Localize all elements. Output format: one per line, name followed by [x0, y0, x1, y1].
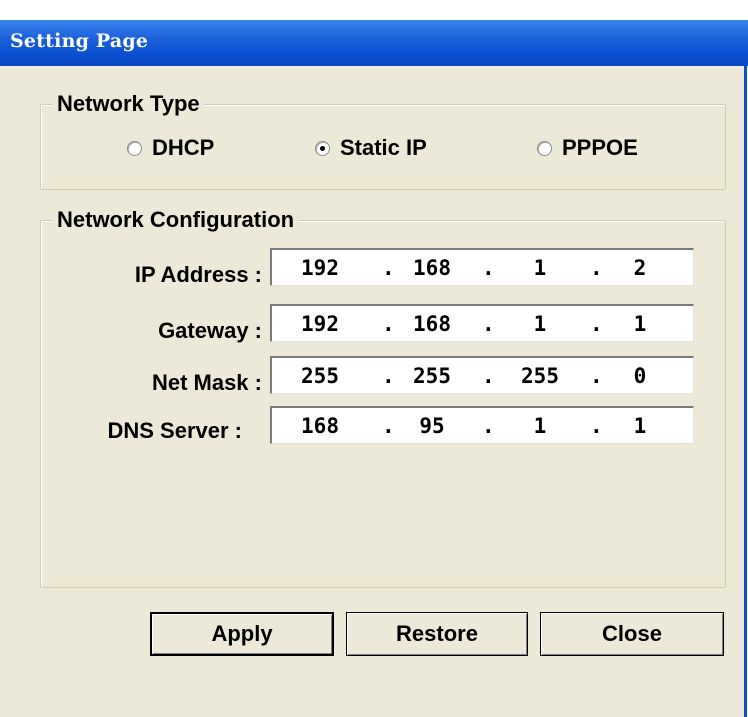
net-mask-octet-1[interactable]: 255: [292, 364, 348, 388]
ip-address-label: IP Address :: [134, 262, 262, 287]
gateway-dot-3: .: [590, 312, 603, 336]
gateway-octet-2[interactable]: 168: [404, 312, 460, 336]
radio-static-ip[interactable]: Static IP: [315, 135, 427, 161]
ip-address-dot-2: .: [482, 256, 495, 280]
radio-dhcp[interactable]: DHCP: [127, 135, 214, 161]
restore-button[interactable]: Restore: [346, 612, 528, 656]
gateway-dot-1: .: [382, 312, 395, 336]
network-config-legend: Network Configuration: [53, 207, 299, 233]
network-type-group: Network Type DHCP Static IP PPPOE: [40, 91, 726, 190]
radio-pppoe[interactable]: PPPOE: [537, 135, 638, 161]
net-mask-dot-1: .: [382, 364, 395, 388]
network-type-legend: Network Type: [53, 91, 204, 117]
title-bar: Setting Page: [0, 20, 748, 66]
radio-pppoe-label: PPPOE: [562, 135, 638, 160]
apply-button[interactable]: Apply: [150, 612, 334, 656]
gateway-input[interactable]: 192 . 168 . 1 . 1: [270, 304, 694, 342]
radio-pppoe-indicator[interactable]: [537, 140, 552, 156]
radio-static-ip-indicator[interactable]: [315, 140, 330, 156]
ip-address-octet-4[interactable]: 2: [612, 256, 668, 280]
net-mask-input[interactable]: 255 . 255 . 255 . 0: [270, 356, 694, 394]
ip-address-dot-3: .: [590, 256, 603, 280]
net-mask-label: Net Mask :: [151, 370, 262, 395]
radio-dhcp-label: DHCP: [152, 135, 215, 160]
dialog-body: Network Type DHCP Static IP PPPOE Networ…: [0, 66, 747, 717]
ip-address-octet-2[interactable]: 168: [404, 256, 460, 280]
dns-server-octet-1[interactable]: 168: [292, 414, 348, 438]
close-button[interactable]: Close: [540, 612, 724, 656]
window-title: Setting Page: [10, 30, 149, 52]
dns-server-dot-2: .: [482, 414, 495, 438]
dns-server-label: DNS Server :: [107, 418, 242, 443]
ip-address-octet-1[interactable]: 192: [292, 256, 348, 280]
gateway-octet-4[interactable]: 1: [612, 312, 668, 336]
ip-address-dot-1: .: [382, 256, 395, 280]
dns-server-dot-1: .: [382, 414, 395, 438]
dns-server-dot-3: .: [590, 414, 603, 438]
net-mask-octet-4[interactable]: 0: [612, 364, 668, 388]
net-mask-dot-3: .: [590, 364, 603, 388]
ip-address-input[interactable]: 192 . 168 . 1 . 2: [270, 248, 694, 286]
dns-server-octet-3[interactable]: 1: [512, 414, 568, 438]
dns-server-octet-2[interactable]: 95: [404, 414, 460, 438]
gateway-octet-3[interactable]: 1: [512, 312, 568, 336]
radio-static-ip-label: Static IP: [340, 135, 427, 160]
net-mask-octet-3[interactable]: 255: [512, 364, 568, 388]
net-mask-octet-2[interactable]: 255: [404, 364, 460, 388]
gateway-label: Gateway :: [158, 318, 262, 343]
dns-server-input[interactable]: 168 . 95 . 1 . 1: [270, 406, 694, 444]
ip-address-octet-3[interactable]: 1: [512, 256, 568, 280]
gateway-octet-1[interactable]: 192: [292, 312, 348, 336]
gateway-dot-2: .: [482, 312, 495, 336]
dns-server-octet-4[interactable]: 1: [612, 414, 668, 438]
net-mask-dot-2: .: [482, 364, 495, 388]
radio-dhcp-indicator[interactable]: [127, 140, 142, 156]
